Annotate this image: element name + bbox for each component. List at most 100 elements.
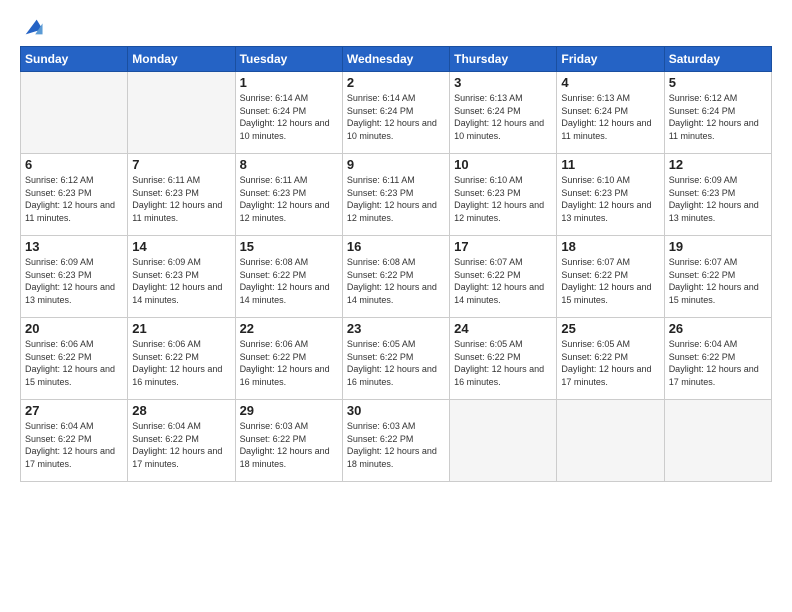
calendar-cell (21, 72, 128, 154)
calendar-cell: 8 Sunrise: 6:11 AMSunset: 6:23 PMDaylight… (235, 154, 342, 236)
day-number: 27 (25, 403, 123, 418)
calendar-cell: 13 Sunrise: 6:09 AMSunset: 6:23 PMDayligh… (21, 236, 128, 318)
page: SundayMondayTuesdayWednesdayThursdayFrid… (0, 0, 792, 612)
calendar-cell: 1 Sunrise: 6:14 AMSunset: 6:24 PMDaylight… (235, 72, 342, 154)
day-info: Sunrise: 6:07 AMSunset: 6:22 PMDaylight:… (669, 256, 767, 306)
calendar-cell: 28Sunrise: 6:04 AMSunset: 6:22 PMDayligh… (128, 400, 235, 482)
day-info: Sunrise: 6:11 AMSunset: 6:23 PMDaylight:… (240, 174, 338, 224)
calendar-cell: 23 Sunrise: 6:05 AMSunset: 6:22 PMDayligh… (342, 318, 449, 400)
day-number: 30 (347, 403, 445, 418)
day-number: 4 (561, 75, 659, 90)
day-number: 11 (561, 157, 659, 172)
calendar-cell: 5 Sunrise: 6:12 AMSunset: 6:24 PMDaylight… (664, 72, 771, 154)
day-number: 14 (132, 239, 230, 254)
day-info: Sunrise: 6:09 AMSunset: 6:23 PMDaylight:… (25, 256, 123, 306)
day-info: Sunrise: 6:05 AMSunset: 6:22 PMDaylight:… (347, 338, 445, 388)
calendar-cell: 18 Sunrise: 6:07 AMSunset: 6:22 PMDayligh… (557, 236, 664, 318)
day-number: 21 (132, 321, 230, 336)
day-number: 15 (240, 239, 338, 254)
calendar-cell: 6Sunrise: 6:12 AMSunset: 6:23 PMDaylight… (21, 154, 128, 236)
day-info: Sunrise: 6:14 AMSunset: 6:24 PMDaylight:… (347, 92, 445, 142)
day-number: 2 (347, 75, 445, 90)
calendar-cell: 4 Sunrise: 6:13 AMSunset: 6:24 PMDaylight… (557, 72, 664, 154)
day-info: Sunrise: 6:14 AMSunset: 6:24 PMDaylight:… (240, 92, 338, 142)
calendar-row: 1 Sunrise: 6:14 AMSunset: 6:24 PMDaylight… (21, 72, 772, 154)
calendar-cell: 12Sunrise: 6:09 AMSunset: 6:23 PMDayligh… (664, 154, 771, 236)
day-info: Sunrise: 6:07 AMSunset: 6:22 PMDaylight:… (561, 256, 659, 306)
day-info: Sunrise: 6:13 AMSunset: 6:24 PMDaylight:… (454, 92, 552, 142)
day-info: Sunrise: 6:05 AMSunset: 6:22 PMDaylight:… (454, 338, 552, 388)
day-info: Sunrise: 6:10 AMSunset: 6:23 PMDaylight:… (454, 174, 552, 224)
calendar-row: 27 Sunrise: 6:04 AMSunset: 6:22 PMDayligh… (21, 400, 772, 482)
calendar-cell: 30 Sunrise: 6:03 AMSunset: 6:22 PMDayligh… (342, 400, 449, 482)
calendar-cell: 16 Sunrise: 6:08 AMSunset: 6:22 PMDayligh… (342, 236, 449, 318)
header (20, 18, 772, 38)
calendar-cell: 20 Sunrise: 6:06 AMSunset: 6:22 PMDayligh… (21, 318, 128, 400)
day-number: 10 (454, 157, 552, 172)
day-number: 8 (240, 157, 338, 172)
calendar-cell: 15 Sunrise: 6:08 AMSunset: 6:22 PMDayligh… (235, 236, 342, 318)
day-number: 12 (669, 157, 767, 172)
calendar-cell: 25 Sunrise: 6:05 AMSunset: 6:22 PMDayligh… (557, 318, 664, 400)
calendar-cell (664, 400, 771, 482)
calendar: SundayMondayTuesdayWednesdayThursdayFrid… (20, 46, 772, 482)
day-info: Sunrise: 6:03 AMSunset: 6:22 PMDaylight:… (347, 420, 445, 470)
day-number: 22 (240, 321, 338, 336)
calendar-cell: 11 Sunrise: 6:10 AMSunset: 6:23 PMDayligh… (557, 154, 664, 236)
weekday-header: Friday (557, 47, 664, 72)
day-number: 9 (347, 157, 445, 172)
logo (20, 18, 44, 38)
day-number: 5 (669, 75, 767, 90)
day-number: 25 (561, 321, 659, 336)
day-info: Sunrise: 6:13 AMSunset: 6:24 PMDaylight:… (561, 92, 659, 142)
calendar-cell: 19 Sunrise: 6:07 AMSunset: 6:22 PMDayligh… (664, 236, 771, 318)
day-number: 17 (454, 239, 552, 254)
day-number: 7 (132, 157, 230, 172)
calendar-row: 6Sunrise: 6:12 AMSunset: 6:23 PMDaylight… (21, 154, 772, 236)
calendar-cell: 26Sunrise: 6:04 AMSunset: 6:22 PMDayligh… (664, 318, 771, 400)
calendar-cell: 24 Sunrise: 6:05 AMSunset: 6:22 PMDayligh… (450, 318, 557, 400)
day-info: Sunrise: 6:10 AMSunset: 6:23 PMDaylight:… (561, 174, 659, 224)
calendar-cell: 14 Sunrise: 6:09 AMSunset: 6:23 PMDayligh… (128, 236, 235, 318)
day-info: Sunrise: 6:12 AMSunset: 6:24 PMDaylight:… (669, 92, 767, 142)
weekday-header-row: SundayMondayTuesdayWednesdayThursdayFrid… (21, 47, 772, 72)
day-info: Sunrise: 6:07 AMSunset: 6:22 PMDaylight:… (454, 256, 552, 306)
calendar-row: 20 Sunrise: 6:06 AMSunset: 6:22 PMDayligh… (21, 318, 772, 400)
weekday-header: Tuesday (235, 47, 342, 72)
day-number: 13 (25, 239, 123, 254)
day-number: 20 (25, 321, 123, 336)
calendar-cell: 17 Sunrise: 6:07 AMSunset: 6:22 PMDayligh… (450, 236, 557, 318)
day-number: 16 (347, 239, 445, 254)
day-info: Sunrise: 6:11 AMSunset: 6:23 PMDaylight:… (347, 174, 445, 224)
day-info: Sunrise: 6:05 AMSunset: 6:22 PMDaylight:… (561, 338, 659, 388)
day-number: 1 (240, 75, 338, 90)
day-info: Sunrise: 6:08 AMSunset: 6:22 PMDaylight:… (240, 256, 338, 306)
day-number: 28 (132, 403, 230, 418)
weekday-header: Thursday (450, 47, 557, 72)
calendar-cell: 29 Sunrise: 6:03 AMSunset: 6:22 PMDayligh… (235, 400, 342, 482)
weekday-header: Monday (128, 47, 235, 72)
day-info: Sunrise: 6:03 AMSunset: 6:22 PMDaylight:… (240, 420, 338, 470)
calendar-cell: 27 Sunrise: 6:04 AMSunset: 6:22 PMDayligh… (21, 400, 128, 482)
day-number: 23 (347, 321, 445, 336)
weekday-header: Sunday (21, 47, 128, 72)
day-info: Sunrise: 6:11 AMSunset: 6:23 PMDaylight:… (132, 174, 230, 224)
day-info: Sunrise: 6:04 AMSunset: 6:22 PMDaylight:… (669, 338, 767, 388)
day-number: 18 (561, 239, 659, 254)
day-info: Sunrise: 6:06 AMSunset: 6:22 PMDaylight:… (25, 338, 123, 388)
calendar-row: 13 Sunrise: 6:09 AMSunset: 6:23 PMDayligh… (21, 236, 772, 318)
day-info: Sunrise: 6:08 AMSunset: 6:22 PMDaylight:… (347, 256, 445, 306)
calendar-cell (557, 400, 664, 482)
day-info: Sunrise: 6:06 AMSunset: 6:22 PMDaylight:… (240, 338, 338, 388)
calendar-cell: 21Sunrise: 6:06 AMSunset: 6:22 PMDayligh… (128, 318, 235, 400)
day-info: Sunrise: 6:09 AMSunset: 6:23 PMDaylight:… (132, 256, 230, 306)
day-number: 19 (669, 239, 767, 254)
calendar-cell: 7 Sunrise: 6:11 AMSunset: 6:23 PMDaylight… (128, 154, 235, 236)
calendar-cell: 10 Sunrise: 6:10 AMSunset: 6:23 PMDayligh… (450, 154, 557, 236)
day-number: 6 (25, 157, 123, 172)
calendar-cell: 3Sunrise: 6:13 AMSunset: 6:24 PMDaylight… (450, 72, 557, 154)
day-number: 24 (454, 321, 552, 336)
day-info: Sunrise: 6:04 AMSunset: 6:22 PMDaylight:… (25, 420, 123, 470)
logo-icon (22, 16, 44, 38)
day-number: 29 (240, 403, 338, 418)
